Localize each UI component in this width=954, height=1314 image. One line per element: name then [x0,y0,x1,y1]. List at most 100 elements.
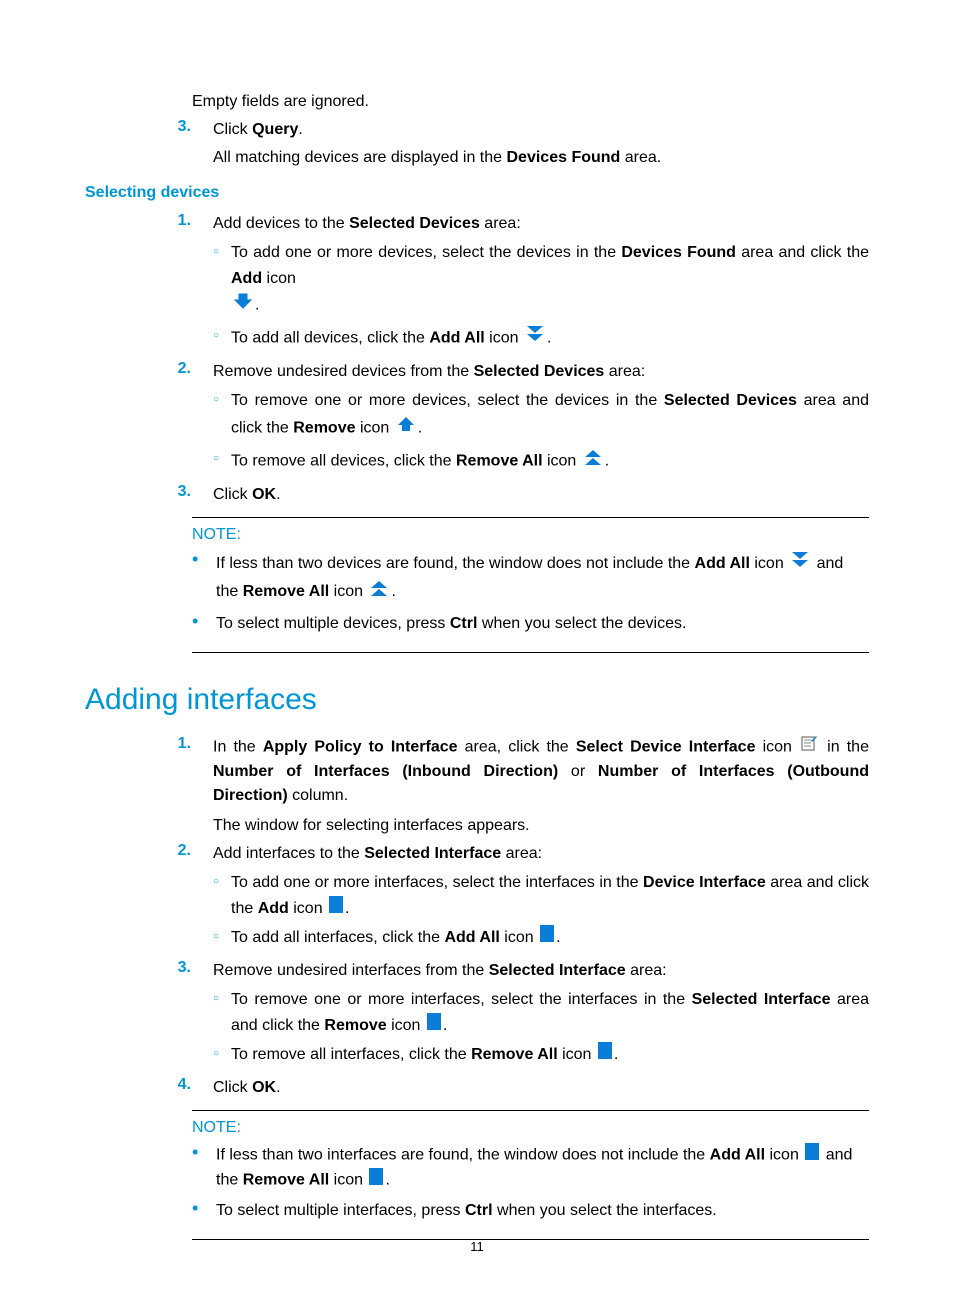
bullet-marker: • [192,1199,216,1223]
list-item: • To select multiple interfaces, press C… [192,1199,869,1223]
text: icon [755,739,799,756]
bullet-content: If less than two interfaces are found, t… [216,1143,869,1193]
paragraph: Empty fields are ignored. [192,90,869,114]
sub-content: To remove one or more devices, select th… [231,388,869,442]
circle-marker: ○ [213,987,231,1038]
small-add-icon [329,896,343,922]
text: To add one or more interfaces, select th… [231,874,643,891]
circle-marker: ○ [213,1042,231,1068]
bold-text: Remove All [243,583,330,600]
list-item: ○ To add one or more interfaces, select … [213,870,869,921]
list-content: Click Query. All matching devices are di… [213,118,869,170]
bold-text: Add [231,270,262,287]
ordered-list: 1. In the Apply Policy to Interface area… [155,735,869,1100]
text: icon [329,1172,367,1189]
list-marker: 3. [155,483,213,507]
note-box: NOTE: • If less than two interfaces are … [192,1110,869,1240]
text: Click [213,1079,252,1096]
text: In the [213,739,263,756]
bullet-list: • If less than two devices are found, th… [192,550,869,636]
circle-marker: ○ [213,240,231,320]
bullet-content: To select multiple interfaces, press Ctr… [216,1199,869,1223]
text: area: [501,845,542,862]
text: Empty fields are ignored. [192,93,369,110]
text: . [418,420,422,437]
text: To remove all interfaces, click the [231,1046,471,1063]
sub-content: To add one or more devices, select the d… [231,240,869,320]
text: or [558,763,598,780]
heading-adding-interfaces: Adding interfaces [85,683,869,717]
text: . [276,486,280,503]
list-item: ○ To add all devices, click the Add All … [213,324,869,353]
text: To add all interfaces, click the [231,929,444,946]
sub-list: ○ To add one or more devices, select the… [213,240,869,352]
text: icon [387,1017,425,1034]
document-page: Empty fields are ignored. 3. Click Query… [0,0,954,1314]
list-item: 1. Add devices to the Selected Devices a… [155,212,869,356]
bullet-marker: • [192,612,216,636]
bold-text: Remove [324,1017,386,1034]
bold-text: Selected Interface [692,991,831,1008]
bold-text: Number of Interfaces (Inbound Direction) [213,763,558,780]
sub-content: To add one or more interfaces, select th… [231,870,869,921]
list-content: Remove undesired devices from the Select… [213,360,869,479]
text: icon [356,420,394,437]
small-add-all-icon [540,925,554,951]
list-item: ○ To remove all interfaces, click the Re… [213,1042,869,1068]
bold-text: Remove All [243,1172,330,1189]
bullet-list: • If less than two interfaces are found,… [192,1143,869,1223]
text: area and click the [736,244,869,261]
text: To remove one or more interfaces, select… [231,991,692,1008]
text: Click [213,486,252,503]
circle-marker: ○ [213,324,231,353]
sub-content: To remove all interfaces, click the Remo… [231,1042,869,1068]
list-item: ○ To add all interfaces, click the Add A… [213,925,869,951]
small-remove-icon [427,1013,441,1039]
bold-text: Devices Found [507,149,621,166]
list-item: • If less than two interfaces are found,… [192,1143,869,1193]
list-content: Add interfaces to the Selected Interface… [213,842,869,955]
text: The window for selecting interfaces appe… [213,814,869,838]
bold-text: Apply Policy to Interface [263,739,458,756]
text: when you select the interfaces. [493,1202,717,1219]
circle-marker: ○ [213,447,231,476]
bold-text: Add All [710,1147,765,1164]
text: area. [620,149,661,166]
note-label: NOTE: [192,1119,869,1137]
bold-text: Remove [293,420,355,437]
note-label: NOTE: [192,526,869,544]
circle-marker: ○ [213,870,231,921]
bold-text: OK [252,486,276,503]
bold-text: Remove All [456,452,543,469]
text: area: [626,962,667,979]
text: All matching devices are displayed in th… [213,149,507,166]
list-content: In the Apply Policy to Interface area, c… [213,735,869,838]
text: . [547,329,551,346]
text: icon [289,900,327,917]
bold-text: Selected Devices [474,363,605,380]
text: area: [604,363,645,380]
arrow-up-icon [396,414,416,443]
list-item: ○ To add one or more devices, select the… [213,240,869,320]
double-arrow-down-icon [525,324,545,353]
sub-content: To remove one or more interfaces, select… [231,987,869,1038]
text: icon [262,270,296,287]
list-item: 2. Remove undesired devices from the Sel… [155,360,869,479]
bold-text: Select Device Interface [576,739,756,756]
bullet-marker: • [192,550,216,606]
sub-list: ○ To remove one or more interfaces, sele… [213,987,869,1068]
bold-text: Ctrl [450,615,478,632]
circle-marker: ○ [213,925,231,951]
text: If less than two interfaces are found, t… [216,1147,710,1164]
text: icon [750,555,788,572]
bullet-content: To select multiple devices, press Ctrl w… [216,612,869,636]
sub-content: To add all interfaces, click the Add All… [231,925,869,951]
list-marker: 4. [155,1076,213,1100]
ordered-list: 1. Add devices to the Selected Devices a… [155,212,869,507]
text: Click [213,121,252,138]
list-item: ○ To remove one or more interfaces, sele… [213,987,869,1038]
text: To add all devices, click the [231,329,429,346]
list-item: ○ To remove all devices, click the Remov… [213,447,869,476]
text: To remove all devices, click the [231,452,456,469]
bold-text: Query [252,121,298,138]
